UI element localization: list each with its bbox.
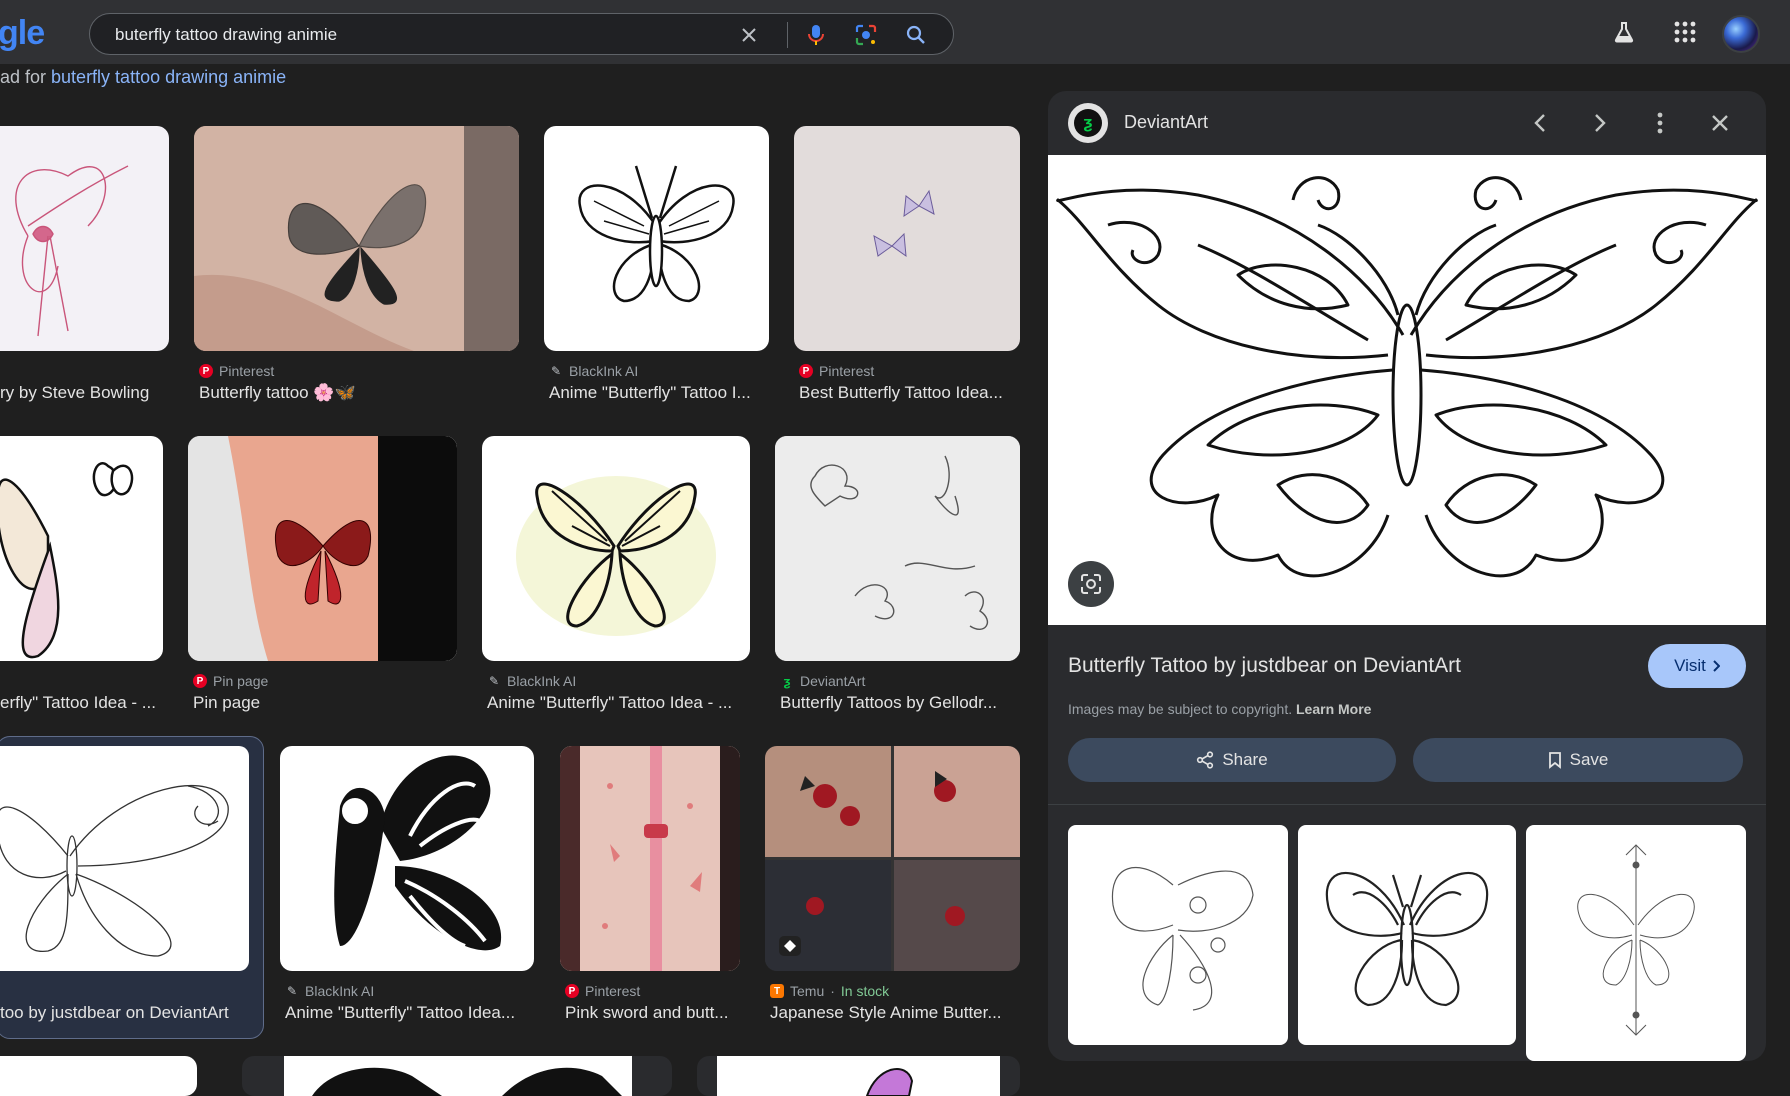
top-bar: gle buterfly tattoo drawing animie xyxy=(0,0,1790,64)
result-image[interactable] xyxy=(0,436,163,661)
result-image[interactable] xyxy=(765,746,1020,971)
source-label: Pinterest xyxy=(585,983,641,999)
panel-title[interactable]: Butterfly Tattoo by justdbear on Deviant… xyxy=(1068,654,1461,678)
temu-icon: T xyxy=(770,984,784,998)
save-button[interactable]: Save xyxy=(1413,738,1743,782)
preview-panel: ƺ DeviantArt Butterfly Tattoo by justdbe… xyxy=(1048,91,1766,1061)
search-input[interactable]: buterfly tattoo drawing animie xyxy=(115,25,337,45)
result-image[interactable] xyxy=(775,436,1020,661)
copyright-note: Images may be subject to copyright. Lear… xyxy=(1068,701,1371,717)
lens-icon[interactable] xyxy=(853,22,879,48)
blackink-icon: ✎ xyxy=(286,984,298,998)
result-image[interactable] xyxy=(560,746,740,971)
source-label: Temu xyxy=(790,983,825,999)
chevron-left-icon[interactable] xyxy=(1524,107,1556,139)
source-label: DeviantArt xyxy=(800,673,866,689)
result-source: ✎ BlackInk AI xyxy=(285,983,374,999)
source-label: BlackInk AI xyxy=(569,363,639,379)
result-title[interactable]: Pink sword and butt... xyxy=(565,1003,740,1023)
result-source: P Pinterest xyxy=(565,983,640,999)
result-source: ƺ DeviantArt xyxy=(780,673,866,689)
result-title[interactable]: Anime "Butterfly" Tattoo Idea - ... xyxy=(487,693,750,713)
result-source: ✎ BlackInk AI xyxy=(549,363,638,379)
result-title[interactable]: too by justdbear on DeviantArt xyxy=(0,1003,240,1023)
preview-image[interactable] xyxy=(1048,155,1766,625)
more-vert-icon[interactable] xyxy=(1644,107,1676,139)
deviantart-icon: ƺ xyxy=(783,673,791,689)
related-image[interactable] xyxy=(1526,825,1746,1061)
close-icon[interactable] xyxy=(736,22,762,48)
result-source: P Pinterest xyxy=(799,363,874,379)
result-title[interactable]: Japanese Style Anime Butter... xyxy=(770,1003,1020,1023)
result-image[interactable] xyxy=(188,436,457,661)
flask-icon[interactable] xyxy=(1606,14,1642,50)
related-image[interactable] xyxy=(1298,825,1516,1045)
search-icon[interactable] xyxy=(903,22,929,48)
chevron-right-icon xyxy=(1713,660,1720,672)
result-image[interactable] xyxy=(242,1056,672,1096)
learn-more-link[interactable]: Learn More xyxy=(1296,701,1371,717)
logo-text: gle xyxy=(0,14,45,52)
result-image[interactable] xyxy=(0,746,249,971)
source-separator: · xyxy=(830,983,835,999)
lens-search-button[interactable] xyxy=(1068,561,1114,607)
pinterest-icon: P xyxy=(193,674,207,688)
share-label: Share xyxy=(1222,750,1268,769)
result-title[interactable]: Anime "Butterfly" Tattoo Idea... xyxy=(285,1003,533,1023)
google-logo[interactable]: gle xyxy=(0,14,45,53)
share-icon xyxy=(1197,751,1214,769)
search-divider xyxy=(787,22,788,48)
related-image[interactable] xyxy=(1068,825,1288,1045)
share-button[interactable]: Share xyxy=(1068,738,1396,782)
result-image[interactable] xyxy=(697,1056,1020,1096)
avatar[interactable] xyxy=(1722,15,1760,53)
result-image[interactable] xyxy=(280,746,534,971)
result-image[interactable] xyxy=(194,126,519,351)
chevron-right-icon[interactable] xyxy=(1584,107,1616,139)
result-source: T Temu · In stock xyxy=(770,983,889,999)
result-title[interactable]: Best Butterfly Tattoo Idea... xyxy=(799,383,1019,403)
result-title[interactable]: erfly" Tattoo Idea - ... xyxy=(0,693,160,713)
spelling-note: ad for buterfly tattoo drawing animie xyxy=(0,67,286,88)
save-label: Save xyxy=(1569,750,1609,769)
close-icon[interactable] xyxy=(1704,107,1736,139)
blackink-icon: ✎ xyxy=(550,364,562,378)
copyright-text: Images may be subject to copyright. xyxy=(1068,701,1293,717)
bookmark-icon xyxy=(1548,752,1561,769)
result-title[interactable]: Butterfly Tattoos by Gellodr... xyxy=(780,693,1020,713)
search-box[interactable]: buterfly tattoo drawing animie xyxy=(89,13,954,55)
spelling-link[interactable]: buterfly tattoo drawing animie xyxy=(51,67,286,87)
result-title[interactable]: Butterfly tattoo 🌸🦋 xyxy=(199,383,519,403)
spelling-prefix: ad for xyxy=(0,67,52,87)
source-label: BlackInk AI xyxy=(507,673,577,689)
result-image[interactable] xyxy=(0,1056,197,1096)
pinterest-icon: P xyxy=(799,364,813,378)
pinterest-icon: P xyxy=(565,984,579,998)
result-source: P Pinterest xyxy=(199,363,274,379)
deviantart-logo[interactable]: ƺ xyxy=(1068,103,1108,143)
result-image[interactable] xyxy=(544,126,769,351)
apps-grid-icon[interactable] xyxy=(1667,14,1703,50)
deviantart-icon: ƺ xyxy=(1074,109,1102,137)
result-source: ✎ BlackInk AI xyxy=(487,673,576,689)
mic-icon[interactable] xyxy=(803,22,829,48)
source-label: Pin page xyxy=(213,673,269,689)
panel-source[interactable]: DeviantArt xyxy=(1124,112,1208,133)
result-source: P Pin page xyxy=(193,673,268,689)
result-image[interactable] xyxy=(0,126,169,351)
source-label: Pinterest xyxy=(819,363,875,379)
visit-button[interactable]: Visit xyxy=(1648,644,1746,688)
result-title[interactable]: Anime "Butterfly" Tattoo I... xyxy=(549,383,769,403)
pinterest-icon: P xyxy=(199,364,213,378)
source-label: Pinterest xyxy=(219,363,275,379)
blackink-icon: ✎ xyxy=(488,674,500,688)
result-image[interactable] xyxy=(794,126,1020,351)
stock-status: In stock xyxy=(840,983,890,999)
result-image[interactable] xyxy=(482,436,750,661)
result-title[interactable]: ry by Steve Bowling xyxy=(0,383,170,403)
visit-label: Visit xyxy=(1674,656,1706,675)
source-label: BlackInk AI xyxy=(305,983,375,999)
panel-divider xyxy=(1048,804,1766,805)
result-title[interactable]: Pin page xyxy=(193,693,457,713)
